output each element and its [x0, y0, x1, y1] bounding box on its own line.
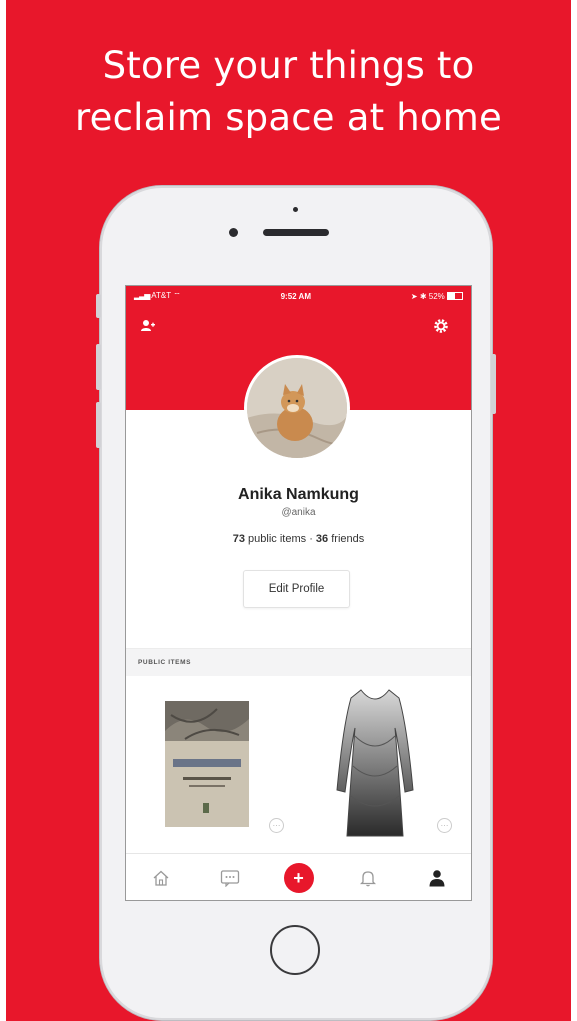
- tab-messages[interactable]: [195, 854, 264, 900]
- public-items-header: PUBLIC ITEMS: [126, 648, 471, 676]
- location-icon: ➤: [410, 291, 418, 301]
- mute-switch: [96, 294, 101, 318]
- cat-photo: [247, 358, 347, 458]
- profile-icon: [429, 869, 444, 886]
- gear-icon[interactable]: [433, 318, 449, 334]
- proximity-sensor: [293, 207, 298, 212]
- stats-separator: ·: [309, 533, 313, 545]
- signal-icon: ▂▃▅: [134, 291, 151, 300]
- public-items-count: 73: [232, 533, 245, 545]
- item-card-dress[interactable]: ⋯: [299, 676, 471, 848]
- battery-percent: 52%: [428, 291, 445, 301]
- more-icon[interactable]: ⋯: [437, 818, 452, 833]
- headline-line-1: Store your things to: [102, 44, 475, 87]
- book-thumbnail: [165, 701, 249, 827]
- tab-notifications[interactable]: [333, 854, 402, 900]
- friends-label: friends: [331, 533, 365, 545]
- bell-icon: [359, 870, 376, 886]
- volume-down-button: [96, 402, 101, 448]
- battery-area: ➤ ✱ 52%: [411, 292, 463, 301]
- public-items-label: public items: [248, 533, 307, 545]
- home-icon: [153, 870, 168, 886]
- tab-profile[interactable]: [402, 854, 471, 900]
- phone-frame: ▂▃▅ AT&T ⌔ 9:52 AM ➤ ✱ 52% Anika Namkung…: [96, 186, 496, 1020]
- carrier-name: AT&T: [151, 291, 171, 300]
- profile-name: Anika Namkung: [238, 486, 359, 503]
- status-bar: ▂▃▅ AT&T ⌔ 9:52 AM ➤ ✱ 52%: [126, 286, 471, 306]
- tab-bar: +: [126, 853, 471, 900]
- bluetooth-icon: ✱: [419, 291, 427, 301]
- messages-icon: [220, 869, 239, 887]
- dress-thumbnail: [336, 689, 414, 837]
- headline-line-2: reclaim space at home: [75, 96, 502, 139]
- volume-up-button: [96, 344, 101, 390]
- avatar[interactable]: [244, 355, 350, 461]
- profile-stats: 73 public items · 36 friends: [126, 533, 471, 545]
- item-card-book[interactable]: ⋯: [126, 676, 298, 848]
- add-friend-icon[interactable]: [140, 318, 156, 334]
- app-screen: ▂▃▅ AT&T ⌔ 9:52 AM ➤ ✱ 52% Anika Namkung…: [125, 285, 472, 901]
- status-time: 9:52 AM: [280, 291, 311, 301]
- edit-profile-button[interactable]: Edit Profile: [243, 570, 350, 608]
- home-button[interactable]: [270, 925, 320, 975]
- earpiece-speaker: [263, 229, 329, 236]
- front-camera: [229, 228, 238, 237]
- tab-add[interactable]: +: [264, 854, 333, 900]
- tab-home[interactable]: [126, 854, 195, 900]
- carrier-signal: ▂▃▅ AT&T ⌔: [134, 291, 181, 301]
- friends-count: 36: [315, 533, 329, 545]
- profile-handle: @anika: [281, 507, 316, 518]
- add-icon: +: [283, 862, 314, 893]
- wifi-icon: ⌔: [173, 291, 181, 300]
- power-button: [491, 354, 496, 414]
- battery-icon: [447, 292, 463, 301]
- promo-headline: Store your things to reclaim space at ho…: [6, 40, 571, 144]
- more-icon[interactable]: ⋯: [269, 818, 284, 833]
